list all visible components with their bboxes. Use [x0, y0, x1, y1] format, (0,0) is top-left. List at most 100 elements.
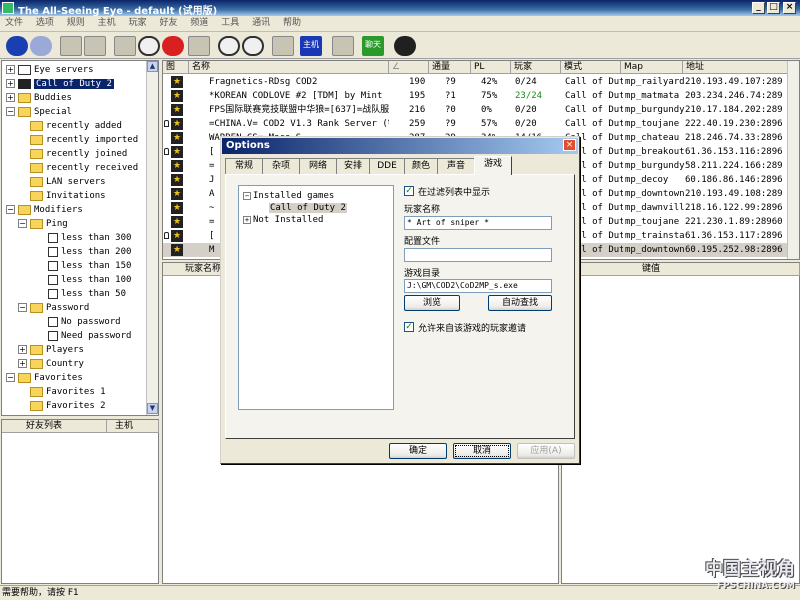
col-players[interactable]: 玩家	[511, 61, 561, 74]
tree-item[interactable]: − Special	[6, 105, 72, 119]
filter-icon[interactable]	[188, 36, 210, 56]
col-throughput[interactable]: 通量	[429, 61, 471, 74]
checkbox-icon[interactable]	[48, 274, 58, 285]
tree-item[interactable]: less than 300	[48, 231, 131, 245]
browse-button[interactable]: 浏览	[404, 295, 460, 311]
menu-players[interactable]: 玩家	[129, 16, 147, 31]
game-tree[interactable]: − Installed games Call of Duty 2 + Not Insta…	[238, 185, 394, 410]
expander-icon[interactable]: +	[6, 93, 15, 102]
zoom-out-icon[interactable]	[242, 36, 264, 56]
allow-invites-checkbox[interactable]: ✓	[404, 322, 414, 332]
dialog-tab[interactable]: 安排	[336, 158, 370, 174]
game-tree-item[interactable]: + Not Installed	[243, 214, 323, 226]
config-file-input[interactable]	[404, 248, 552, 262]
game-tree-item[interactable]: − Installed games	[243, 190, 334, 202]
table-row[interactable]: ★ =CHINA.V= COD2 V1.3 Rank Server (铁通, 25…	[163, 117, 789, 131]
tree-item[interactable]: Invitations	[30, 189, 106, 203]
connect-icon[interactable]	[162, 36, 184, 56]
menu-help[interactable]: 帮助	[283, 16, 301, 31]
scroll-up-icon[interactable]: ▲	[147, 61, 158, 72]
col-address[interactable]: 地址	[683, 61, 789, 74]
tree-item[interactable]: less than 150	[48, 259, 131, 273]
dialog-close-button[interactable]: ×	[563, 139, 576, 151]
tree-item[interactable]: LAN servers	[30, 175, 106, 189]
tree-item[interactable]: − Ping	[18, 217, 68, 231]
expander-icon[interactable]: −	[6, 107, 15, 116]
game-tree-item[interactable]: Call of Duty 2	[269, 202, 347, 214]
server-tree[interactable]: + Eye servers + Call of Duty 2 + Buddies − Spec…	[1, 60, 159, 416]
timer-icon[interactable]	[138, 36, 160, 56]
col-ping[interactable]: ∠	[389, 61, 429, 74]
menu-tools[interactable]: 工具	[221, 16, 239, 31]
forward-icon[interactable]	[30, 36, 52, 56]
maximize-button[interactable]: □	[767, 2, 780, 14]
scroll-down-icon[interactable]: ▼	[147, 403, 158, 414]
tree-item[interactable]: − Password	[18, 301, 89, 315]
expander-icon[interactable]: −	[6, 205, 15, 214]
tree-item[interactable]: Favorites 2	[30, 399, 106, 413]
home-icon[interactable]	[60, 36, 82, 56]
menu-comms[interactable]: 通讯	[252, 16, 270, 31]
tree-item[interactable]: recently joined	[30, 147, 127, 161]
expander-icon[interactable]: +	[243, 215, 251, 224]
minimize-button[interactable]: _	[752, 2, 765, 14]
cancel-button[interactable]: 取消	[453, 443, 511, 459]
dialog-tab[interactable]: 颜色	[404, 158, 438, 174]
host-button[interactable]: 主机	[300, 36, 322, 56]
checkbox-icon[interactable]	[48, 316, 58, 327]
dialog-tab[interactable]: DDE	[369, 158, 405, 174]
tree-item[interactable]: recently added	[30, 119, 122, 133]
col-name[interactable]: 名称	[189, 61, 389, 74]
table-row[interactable]: ★ FPS国际联赛竞技联盟中华狼=[637]=战队服务器 216 ?0 0% 0/20 Ca…	[163, 103, 789, 117]
menu-channels[interactable]: 频道	[190, 16, 208, 31]
tree-item[interactable]: Need password	[48, 329, 131, 343]
rules-header[interactable]: 键值	[562, 263, 800, 276]
expander-icon[interactable]: +	[6, 65, 15, 74]
menu-friends[interactable]: 好友	[159, 16, 177, 31]
tree-item[interactable]: + Country	[18, 357, 84, 371]
expander-icon[interactable]: +	[18, 359, 27, 368]
tree-item[interactable]: recently imported	[30, 133, 138, 147]
close-button[interactable]: ×	[783, 2, 796, 14]
zoom-in-icon[interactable]	[218, 36, 240, 56]
expander-icon[interactable]: −	[6, 373, 15, 382]
dialog-tab[interactable]: 网络	[299, 158, 337, 174]
apply-button[interactable]: 应用(A)	[517, 443, 575, 459]
expander-icon[interactable]: +	[18, 345, 27, 354]
server-list-scrollbar[interactable]	[787, 61, 799, 259]
tree-item[interactable]: − Modifiers	[6, 203, 83, 217]
expander-icon[interactable]: −	[18, 303, 27, 312]
tree-item[interactable]: + Players	[18, 343, 84, 357]
picture-icon[interactable]	[84, 36, 106, 56]
show-in-filter-checkbox[interactable]: ✓	[404, 186, 414, 196]
col-pl[interactable]: PL	[471, 61, 511, 74]
refresh-icon[interactable]	[114, 36, 136, 56]
table-row[interactable]: ★ Fragnetics-RDsg COD2 190 ?9 42% 0/24 Call of…	[163, 75, 789, 89]
menu-host[interactable]: 主机	[98, 16, 116, 31]
checkbox-icon[interactable]	[48, 232, 58, 243]
tree-item[interactable]: less than 50	[48, 287, 126, 301]
rules-panel[interactable]: 键值	[561, 262, 800, 584]
col-map[interactable]: Map	[621, 61, 683, 74]
auto-find-button[interactable]: 自动查找	[488, 295, 552, 311]
checkbox-icon[interactable]	[48, 246, 58, 257]
ok-button[interactable]: 确定	[389, 443, 447, 459]
chat-button[interactable]: 聊天	[362, 36, 384, 56]
game-dir-input[interactable]: J:\GM\COD2\CoD2MP_s.exe	[404, 279, 552, 293]
col-icon[interactable]: 图	[163, 61, 189, 74]
expander-icon[interactable]: −	[243, 191, 251, 200]
menu-options[interactable]: 选项	[36, 16, 54, 31]
tree-item[interactable]: Favorites 1	[30, 385, 106, 399]
dialog-tab[interactable]: 常规	[225, 158, 263, 174]
col-mode[interactable]: 模式	[561, 61, 621, 74]
menu-rules[interactable]: 规则	[67, 16, 85, 31]
tree-item[interactable]: recently received	[30, 161, 138, 175]
tree-scrollbar[interactable]: ▲ ▼	[146, 61, 158, 415]
tree-item[interactable]: − Favorites	[6, 371, 83, 385]
tools-icon[interactable]	[272, 36, 294, 56]
menu-file[interactable]: 文件	[5, 16, 23, 31]
back-icon[interactable]	[6, 36, 28, 56]
friends-panel[interactable]: 好友列表 主机	[1, 419, 159, 584]
tree-item[interactable]: + Buddies	[6, 91, 72, 105]
tree-item[interactable]: + Eye servers	[6, 63, 94, 77]
